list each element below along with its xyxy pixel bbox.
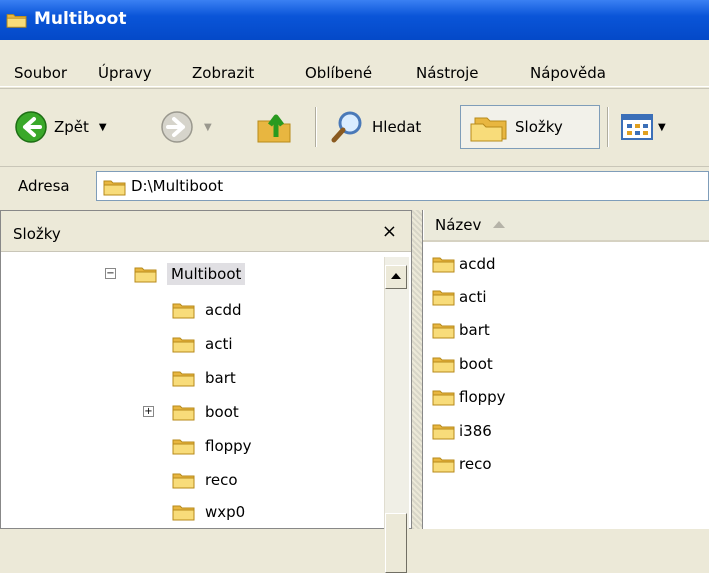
folder-icon bbox=[431, 387, 457, 407]
collapse-icon[interactable]: − bbox=[105, 268, 116, 279]
vertical-scrollbar[interactable] bbox=[384, 257, 409, 573]
title-bar[interactable]: Multiboot bbox=[0, 0, 709, 40]
tree-item-multiboot[interactable]: Multiboot bbox=[133, 260, 246, 288]
files-pane: Název acdd acti bart boot floppy i386 re… bbox=[422, 210, 709, 529]
up-folder-button[interactable] bbox=[254, 105, 294, 149]
address-label: Adresa bbox=[18, 177, 70, 195]
column-header-label: Název bbox=[435, 216, 482, 234]
folder-icon bbox=[431, 254, 457, 274]
back-dropdown-icon[interactable]: ▼ bbox=[99, 122, 107, 133]
folder-icon bbox=[171, 502, 197, 522]
folder-icon bbox=[171, 368, 197, 388]
file-item-bart[interactable]: bart bbox=[431, 316, 490, 344]
menu-oblibene[interactable]: Oblíbené bbox=[305, 64, 372, 82]
file-item-label: floppy bbox=[459, 388, 506, 406]
views-icon bbox=[621, 114, 653, 140]
menu-bar: Soubor Úpravy Zobrazit Oblíbené Nástroje… bbox=[0, 40, 709, 87]
search-button[interactable]: Hledat bbox=[330, 105, 421, 149]
views-dropdown-icon[interactable]: ▼ bbox=[658, 122, 666, 133]
file-item-i386[interactable]: i386 bbox=[431, 417, 492, 445]
folders-icon bbox=[470, 117, 507, 142]
folders-label: Složky bbox=[515, 118, 563, 136]
file-item-acdd[interactable]: acdd bbox=[431, 250, 495, 278]
toolbar-separator bbox=[315, 107, 317, 147]
tree-item-label: acdd bbox=[205, 301, 242, 319]
tree-item-label: bart bbox=[205, 369, 236, 387]
file-item-reco[interactable]: reco bbox=[431, 450, 492, 478]
menu-nastroje[interactable]: Nástroje bbox=[416, 64, 479, 82]
folder-icon bbox=[171, 334, 197, 354]
tree-item-wxp0[interactable]: wxp0 bbox=[171, 498, 245, 526]
folder-icon bbox=[431, 287, 457, 307]
file-item-label: reco bbox=[459, 455, 492, 473]
folder-icon bbox=[171, 402, 197, 422]
folders-pane-header: Složky × bbox=[1, 211, 411, 252]
forward-arrow-icon bbox=[161, 111, 193, 143]
file-item-label: boot bbox=[459, 355, 493, 373]
folder-icon bbox=[431, 454, 457, 474]
menu-soubor[interactable]: Soubor bbox=[14, 64, 67, 82]
forward-button[interactable]: ▼ bbox=[160, 105, 212, 149]
address-input[interactable]: D:\Multiboot bbox=[96, 171, 709, 201]
address-value: D:\Multiboot bbox=[131, 177, 224, 195]
folder-icon bbox=[171, 300, 197, 320]
expand-icon[interactable]: + bbox=[143, 406, 154, 417]
search-label: Hledat bbox=[372, 118, 422, 136]
tree-item-label: acti bbox=[205, 335, 233, 353]
folder-icon bbox=[171, 470, 197, 490]
up-folder-icon bbox=[257, 114, 291, 143]
folder-icon bbox=[171, 436, 197, 456]
toolbar-separator bbox=[607, 107, 609, 147]
arrow-up-icon bbox=[391, 273, 401, 279]
folders-pane-title: Složky bbox=[13, 225, 61, 243]
tree-item-boot[interactable]: boot bbox=[171, 398, 239, 426]
folder-icon bbox=[431, 354, 457, 374]
folder-icon bbox=[103, 177, 127, 197]
tree-item-reco[interactable]: reco bbox=[171, 466, 238, 494]
scroll-up-button[interactable] bbox=[385, 265, 407, 289]
toolbar: Zpět ▼ ▼ Hledat Složky ▼ bbox=[0, 88, 709, 167]
folder-icon bbox=[431, 421, 457, 441]
file-item-boot[interactable]: boot bbox=[431, 350, 493, 378]
address-bar: Adresa D:\Multiboot bbox=[0, 166, 709, 207]
folder-icon bbox=[431, 320, 457, 340]
folders-pane: Složky × − Multiboot acdd acti bart + bo… bbox=[0, 210, 412, 573]
back-label: Zpět bbox=[54, 118, 89, 136]
folder-icon bbox=[6, 11, 28, 29]
forward-dropdown-icon[interactable]: ▼ bbox=[204, 122, 212, 133]
menu-napoveda[interactable]: Nápověda bbox=[530, 64, 606, 82]
search-icon bbox=[331, 111, 362, 143]
back-arrow-icon bbox=[15, 111, 47, 143]
tree-item-label: Multiboot bbox=[167, 263, 246, 285]
file-item-floppy[interactable]: floppy bbox=[431, 383, 506, 411]
menu-zobrazit[interactable]: Zobrazit bbox=[192, 64, 254, 82]
file-item-label: acti bbox=[459, 288, 487, 306]
column-header-name[interactable]: Název bbox=[423, 210, 709, 242]
menu-upravy[interactable]: Úpravy bbox=[98, 64, 152, 82]
close-icon[interactable]: × bbox=[382, 221, 397, 242]
sort-ascending-icon bbox=[493, 221, 505, 228]
scroll-thumb[interactable] bbox=[385, 513, 407, 573]
folders-button[interactable]: Složky bbox=[460, 105, 600, 149]
file-item-label: acdd bbox=[459, 255, 496, 273]
tree-item-label: reco bbox=[205, 471, 238, 489]
tree-item-acdd[interactable]: acdd bbox=[171, 296, 241, 324]
file-item-label: bart bbox=[459, 321, 490, 339]
tree-item-acti[interactable]: acti bbox=[171, 330, 233, 358]
file-item-label: i386 bbox=[459, 422, 492, 440]
back-button[interactable]: Zpět ▼ bbox=[14, 105, 107, 149]
tree-item-floppy[interactable]: floppy bbox=[171, 432, 252, 460]
folder-open-icon bbox=[133, 264, 159, 284]
tree-item-label: boot bbox=[205, 403, 239, 421]
window-title: Multiboot bbox=[34, 9, 127, 29]
tree-item-label: wxp0 bbox=[205, 503, 246, 521]
file-item-acti[interactable]: acti bbox=[431, 283, 487, 311]
views-button[interactable]: ▼ bbox=[620, 105, 666, 149]
pane-splitter[interactable] bbox=[412, 210, 422, 529]
tree-item-bart[interactable]: bart bbox=[171, 364, 236, 392]
column-divider bbox=[423, 210, 424, 240]
tree-item-label: floppy bbox=[205, 437, 252, 455]
